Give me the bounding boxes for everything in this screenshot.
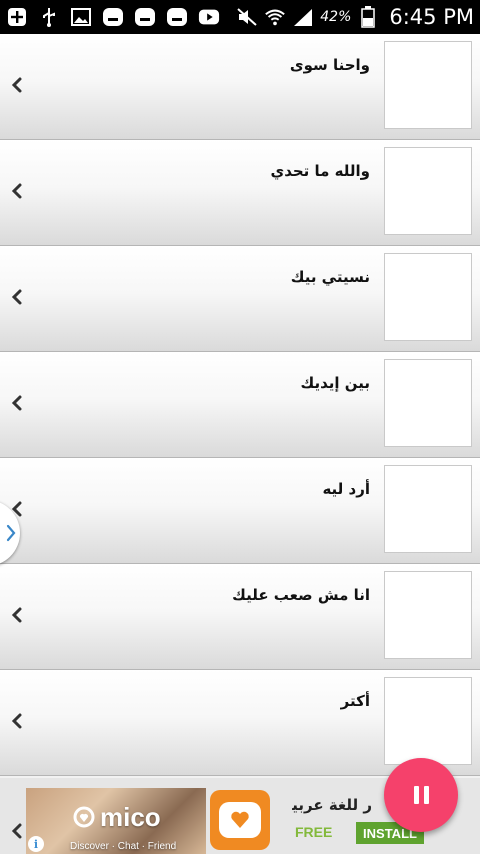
ad-tagline: Discover · Chat · Friend — [70, 841, 177, 852]
notification-icons — [6, 7, 220, 27]
mute-icon — [236, 7, 258, 27]
ad-brand-logo: mico — [72, 802, 161, 833]
ad-image[interactable]: mico Discover · Chat · Friend i — [26, 788, 206, 854]
app-icon — [134, 7, 156, 27]
song-list: واحنا سوى والله ما تحدي نسيتي بيك بين إي… — [0, 34, 480, 776]
status-bar: 42% 6:45 PM — [0, 0, 480, 34]
wifi-icon — [264, 7, 286, 27]
chat-bubble-icon — [219, 802, 261, 838]
song-thumbnail — [384, 253, 472, 341]
image-icon — [70, 7, 92, 27]
song-title: والله ما تحدي — [270, 162, 370, 180]
system-icons: 42% 6:45 PM — [236, 5, 474, 29]
song-row[interactable]: واحنا سوى — [0, 34, 480, 140]
plus-icon — [6, 7, 28, 27]
usb-icon — [38, 7, 60, 27]
song-thumbnail — [384, 465, 472, 553]
song-title: بين إيديك — [300, 374, 370, 392]
ad-app-icon[interactable] — [210, 790, 270, 850]
song-row[interactable]: بين إيديك — [0, 352, 480, 458]
song-title: واحنا سوى — [289, 56, 370, 74]
song-thumbnail — [384, 677, 472, 765]
battery-percent: 42% — [320, 9, 352, 25]
song-row[interactable]: أرد ليه — [0, 458, 480, 564]
ad-free-label: FREE — [295, 824, 333, 840]
chevron-left-icon — [11, 183, 22, 199]
heart-bubble-icon — [73, 806, 95, 827]
ad-title: ر للغة عربية — [292, 796, 372, 814]
app-icon — [166, 7, 188, 27]
song-thumbnail — [384, 41, 472, 129]
song-title: نسيتي بيك — [290, 268, 370, 286]
app-icon — [102, 7, 124, 27]
ad-info-icon[interactable]: i — [28, 836, 44, 852]
chevron-left-icon — [11, 77, 22, 93]
youtube-icon — [198, 7, 220, 27]
pause-button[interactable] — [384, 758, 458, 832]
song-thumbnail — [384, 359, 472, 447]
ad-brand-name: mico — [100, 802, 161, 832]
song-thumbnail — [384, 571, 472, 659]
song-title: انا مش صعب عليك — [232, 586, 370, 604]
song-row[interactable]: نسيتي بيك — [0, 246, 480, 352]
song-row[interactable]: انا مش صعب عليك — [0, 564, 480, 670]
song-title: أرد ليه — [322, 480, 370, 498]
song-thumbnail — [384, 147, 472, 235]
clock: 6:45 PM — [389, 5, 474, 29]
pause-icon — [413, 786, 419, 804]
song-row[interactable]: والله ما تحدي — [0, 140, 480, 246]
chevron-right-icon — [6, 524, 16, 542]
chevron-left-icon — [11, 607, 22, 623]
chevron-left-icon — [11, 289, 22, 305]
battery-icon — [357, 6, 379, 28]
chevron-left-icon — [11, 395, 22, 411]
song-title: أكتر — [340, 692, 370, 710]
chevron-left-icon — [11, 713, 22, 729]
signal-icon — [292, 7, 314, 27]
chevron-left-icon — [11, 823, 22, 839]
